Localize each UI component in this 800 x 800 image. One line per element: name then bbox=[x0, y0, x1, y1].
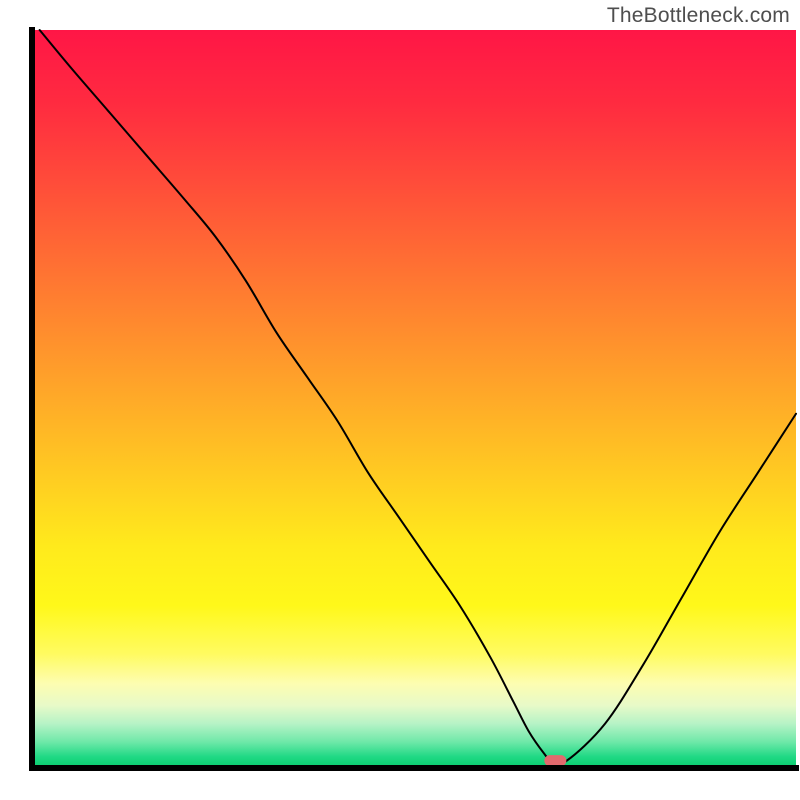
optimal-point-marker bbox=[544, 755, 566, 766]
chart-background-gradient bbox=[32, 30, 796, 768]
bottleneck-chart bbox=[0, 0, 800, 800]
chart-container: TheBottleneck.com bbox=[0, 0, 800, 800]
watermark-text: TheBottleneck.com bbox=[607, 4, 790, 28]
